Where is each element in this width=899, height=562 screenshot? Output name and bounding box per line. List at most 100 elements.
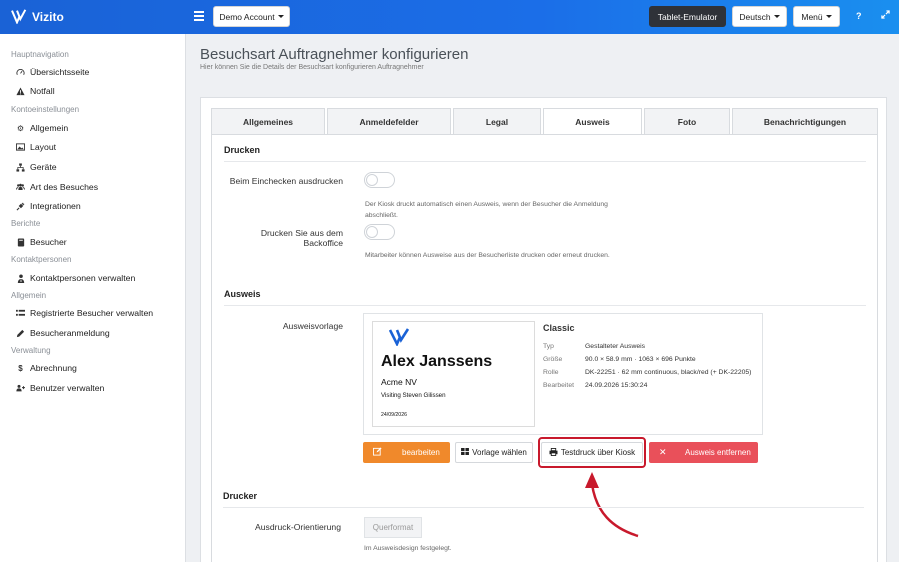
menu-label: Menü	[801, 11, 823, 22]
tab-legal[interactable]: Legal	[453, 108, 541, 135]
meta-value: Gestalteter Ausweis	[585, 343, 646, 350]
user-tie-icon	[16, 273, 25, 283]
print-orientation-select[interactable]: Querformat	[364, 517, 422, 538]
caret-down-icon	[277, 15, 284, 18]
plug-icon	[16, 202, 25, 211]
brand-name: Vizito	[32, 9, 64, 24]
template-name: Classic	[543, 323, 575, 333]
language-dropdown[interactable]: Deutsch	[732, 6, 787, 27]
edit-badge-button[interactable]: bearbeiten	[363, 442, 450, 463]
account-label: Demo Account	[219, 11, 275, 22]
badge-card: Alex Janssens Acme NV Visiting Steven Gi…	[372, 321, 535, 427]
section-title-print: Drucken	[224, 145, 261, 155]
section-title-badge: Ausweis	[224, 289, 261, 299]
meta-value: 24.09.2026 15:30:24	[585, 382, 648, 389]
meta-key: Größe	[543, 356, 563, 363]
sidebar-item-visit-types[interactable]: Art des Besuches	[16, 182, 98, 192]
tab-badge[interactable]: Ausweis	[543, 108, 642, 135]
gear-icon: ⚙	[16, 123, 25, 133]
close-icon: ✕	[659, 447, 667, 457]
sidebar-item-label: Besucher	[30, 237, 67, 247]
sitemap-icon	[16, 162, 25, 172]
sidebar-item-overview[interactable]: Übersichtsseite	[16, 67, 89, 77]
choose-template-button[interactable]: Vorlage wählen	[455, 442, 533, 463]
badge-visitor-name: Alex Janssens	[381, 353, 493, 370]
remove-badge-button[interactable]: ✕ Ausweis entfernen	[649, 442, 758, 463]
divider	[224, 305, 866, 306]
sidebar-item-general[interactable]: ⚙ Allgemein	[16, 123, 68, 133]
sidebar-item-label: Notfall	[30, 86, 55, 96]
tablet-emulator-button[interactable]: Tablet-Emulator	[649, 6, 726, 27]
badge-company: Acme NV	[381, 377, 417, 387]
tab-general[interactable]: Allgemeines	[211, 108, 325, 135]
tab-registration-fields[interactable]: Anmeldefelder	[327, 108, 451, 135]
sidebar-item-label: Besucheranmeldung	[30, 328, 110, 338]
meta-row-roll: Rolle DK-22251 · 62 mm continuous, black/…	[543, 369, 751, 376]
sidebar: Hauptnavigation Übersichtsseite Notfall …	[0, 34, 186, 562]
print-orientation-label: Ausdruck-Orientierung	[255, 522, 341, 532]
sidebar-item-registered-visitors[interactable]: Registrierte Besucher verwalten	[16, 308, 153, 318]
meta-key: Bearbeitet	[543, 382, 574, 389]
badge-date: 24/09/2026	[381, 412, 407, 418]
sidebar-section-title: Kontoeinstellungen	[11, 105, 80, 114]
section-title-printer: Drucker	[223, 491, 258, 501]
menu-dropdown[interactable]: Menü	[793, 6, 840, 27]
list-icon	[16, 309, 25, 318]
sidebar-item-contacts[interactable]: Kontaktpersonen verwalten	[16, 273, 135, 283]
sidebar-item-billing[interactable]: $ Abrechnung	[16, 363, 77, 373]
meta-key: Typ	[543, 343, 554, 350]
caret-down-icon	[825, 15, 832, 18]
tab-photo[interactable]: Foto	[644, 108, 730, 135]
edit-badge-label: bearbeiten	[402, 448, 440, 457]
tab-label: Benachrichtigungen	[763, 116, 847, 127]
backoffice-print-toggle[interactable]	[364, 224, 395, 240]
top-navbar: Vizito Demo Account Tablet-Emulator Deut…	[0, 0, 899, 34]
sidebar-item-label: Benutzer verwalten	[30, 383, 105, 393]
tab-notifications[interactable]: Benachrichtigungen	[732, 108, 878, 135]
page-title: Besuchsart Auftragnehmer konfigurieren	[200, 46, 469, 63]
sidebar-section-title: Hauptnavigation	[11, 50, 69, 59]
dollar-icon: $	[18, 363, 23, 373]
vizito-logo-icon	[389, 328, 410, 346]
checkin-print-help: Der Kiosk druckt automatisch einen Auswe…	[365, 201, 608, 219]
sidebar-item-label: Registrierte Besucher verwalten	[30, 308, 154, 318]
checkin-print-label: Beim Einchecken ausdrucken	[229, 176, 343, 186]
divider	[224, 161, 866, 162]
sidebar-section-title: Kontaktpersonen	[11, 255, 72, 264]
highlight-box	[538, 437, 646, 468]
sidebar-section-title: Allgemein	[11, 291, 47, 300]
sidebar-item-manage-users[interactable]: Benutzer verwalten	[16, 383, 104, 393]
print-orientation-value: Querformat	[372, 523, 414, 532]
meta-value: DK-22251 · 62 mm continuous, black/red (…	[585, 369, 752, 376]
sidebar-item-layout[interactable]: Layout	[16, 142, 56, 152]
divider	[223, 507, 864, 508]
sidebar-item-emergency[interactable]: Notfall	[16, 86, 55, 96]
user-plus-icon	[16, 384, 25, 393]
hamburger-menu-icon[interactable]	[194, 11, 204, 21]
account-dropdown[interactable]: Demo Account	[213, 6, 290, 27]
language-label: Deutsch	[739, 11, 771, 22]
sidebar-item-devices[interactable]: Geräte	[16, 162, 57, 172]
sidebar-item-visitor-registration[interactable]: Besucheranmeldung	[16, 328, 110, 338]
badge-template-preview: Alex Janssens Acme NV Visiting Steven Gi…	[363, 313, 763, 435]
checkin-print-toggle[interactable]	[364, 172, 395, 188]
edit-icon	[373, 447, 382, 458]
users-icon	[16, 183, 25, 192]
question-icon[interactable]: ?	[856, 11, 862, 21]
meta-row-edited: Bearbeitet 24.09.2026 15:30:24	[543, 382, 647, 389]
tab-label: Foto	[677, 116, 697, 127]
sidebar-section-title: Berichte	[11, 219, 41, 228]
meta-row-size: Größe 90.0 × 58.9 mm · 1063 × 696 Punkte	[543, 356, 696, 363]
tab-label: Allgemeines	[242, 116, 294, 127]
tab-bar: Allgemeines Anmeldefelder Legal Ausweis …	[211, 108, 878, 135]
sidebar-item-label: Geräte	[30, 162, 57, 172]
brand-logo[interactable]: Vizito	[11, 9, 64, 24]
sidebar-item-label: Allgemein	[30, 123, 69, 133]
sidebar-item-label: Abrechnung	[30, 363, 77, 373]
badge-template-label: Ausweisvorlage	[282, 321, 343, 331]
vizito-logo-icon	[11, 9, 27, 24]
expand-icon[interactable]	[881, 10, 890, 21]
sidebar-item-integrations[interactable]: Integrationen	[16, 201, 81, 211]
sidebar-item-visitors[interactable]: Besucher	[16, 237, 67, 247]
sidebar-item-label: Kontaktpersonen verwalten	[30, 273, 136, 283]
